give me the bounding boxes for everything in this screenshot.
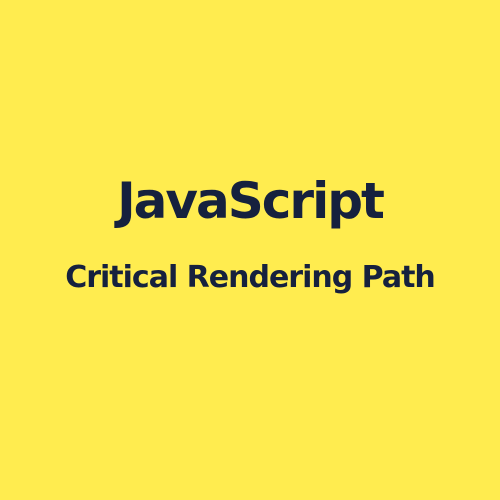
cover-subtitle: Critical Rendering Path [65, 260, 436, 295]
cover-canvas: JavaScript Critical Rendering Path [0, 0, 500, 500]
cover-title: JavaScript [117, 172, 385, 230]
